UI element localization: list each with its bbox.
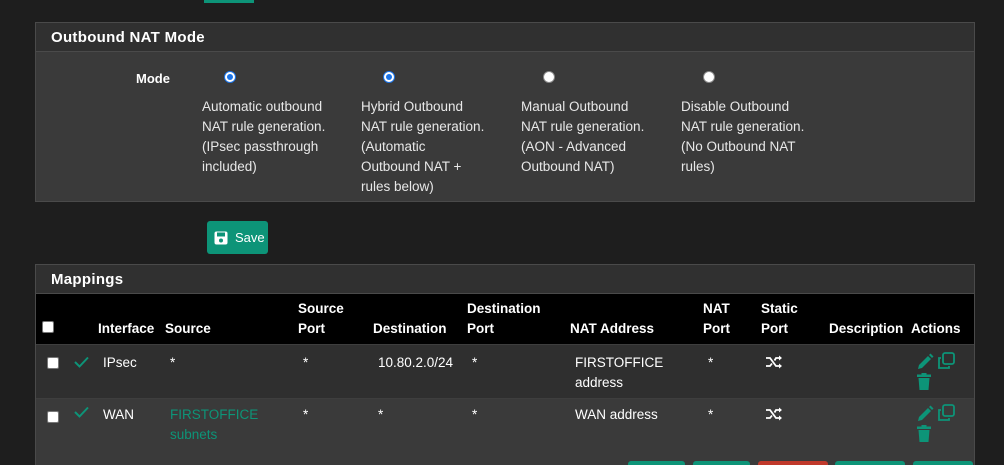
- active-tab-indicator[interactable]: [204, 0, 254, 3]
- header-destination-port: Destination Port: [467, 301, 541, 336]
- table-header: Interface Source Source Port Destination …: [36, 294, 974, 344]
- option-text-line: included): [202, 159, 257, 174]
- option-text-line: Outbound NAT +: [361, 159, 462, 174]
- header-static-port: Static Port: [761, 301, 798, 336]
- bottom-delete-button[interactable]: [758, 461, 828, 465]
- option-text-line: (IPsec passthrough: [202, 139, 319, 154]
- select-all-checkbox[interactable]: [42, 321, 54, 333]
- copy-icon[interactable]: [937, 352, 955, 370]
- mappings-panel: Mappings Interface Source Source Port Des…: [35, 264, 975, 465]
- option-text-line: NAT rule generation.: [361, 119, 485, 134]
- cell-nat-port: *: [708, 355, 714, 370]
- cell-nat-port: *: [708, 407, 714, 422]
- row-checkbox[interactable]: [47, 411, 59, 423]
- option-text-line: (Automatic: [361, 139, 426, 154]
- cell-source-port: *: [303, 355, 309, 370]
- edit-pencil-icon[interactable]: [916, 405, 934, 423]
- mode-label: Mode: [136, 71, 170, 86]
- edit-pencil-icon[interactable]: [916, 353, 934, 371]
- save-button-label: Save: [235, 230, 265, 245]
- trash-icon[interactable]: [916, 373, 932, 390]
- table-row[interactable]: IPsec * * 10.80.2.0/24 * FIRSTOFFICE addr…: [36, 344, 974, 398]
- trash-icon[interactable]: [916, 425, 932, 442]
- panel-title: Mappings: [36, 265, 974, 294]
- radio-disable[interactable]: [703, 71, 715, 83]
- radio-automatic[interactable]: [224, 71, 236, 83]
- option-text-line: Automatic outbound: [202, 99, 323, 114]
- cell-destination: 10.80.2.0/24: [378, 355, 454, 370]
- mappings-table: Interface Source Source Port Destination …: [36, 294, 974, 452]
- option-text-line: Hybrid Outbound: [361, 99, 464, 114]
- header-interface: Interface: [98, 321, 155, 336]
- copy-icon[interactable]: [937, 404, 955, 422]
- cell-interface: WAN: [103, 407, 134, 422]
- table-row[interactable]: WAN FIRSTOFFICE subnets * * * WAN address…: [36, 398, 974, 452]
- panel-title: Outbound NAT Mode: [36, 23, 974, 52]
- bottom-action-button[interactable]: [628, 461, 685, 465]
- option-text-line: NAT rule generation.: [521, 119, 645, 134]
- cell-nat-address: FIRSTOFFICE address: [575, 355, 664, 390]
- cell-nat-address: WAN address: [575, 407, 658, 422]
- header-source-port: Source Port: [298, 301, 344, 336]
- option-text-line: Manual Outbound: [521, 99, 629, 114]
- option-text-line: NAT rule generation.: [202, 119, 326, 134]
- enabled-check-icon[interactable]: [74, 406, 89, 418]
- cell-source: *: [170, 355, 176, 370]
- cell-interface: IPsec: [103, 355, 137, 370]
- radio-manual[interactable]: [543, 71, 555, 83]
- radio-hybrid[interactable]: [383, 71, 395, 83]
- header-source: Source: [165, 321, 211, 336]
- cell-destination-port: *: [472, 355, 478, 370]
- option-text-line: (AON - Advanced: [521, 139, 627, 154]
- option-text-line: Outbound NAT): [521, 159, 615, 174]
- enabled-check-icon[interactable]: [74, 356, 89, 368]
- save-button[interactable]: Save: [207, 221, 268, 254]
- option-text-line: Disable Outbound: [681, 99, 790, 114]
- option-text-line: (No Outbound NAT: [681, 139, 796, 154]
- header-description: Description: [829, 321, 904, 336]
- header-nat-port: NAT Port: [703, 301, 730, 336]
- option-text-line: rules below): [361, 179, 434, 194]
- header-nat-address: NAT Address: [570, 321, 655, 336]
- bottom-action-button[interactable]: [835, 461, 905, 465]
- bottom-action-button[interactable]: [693, 461, 750, 465]
- cell-destination-port: *: [472, 407, 478, 422]
- cell-source-link[interactable]: FIRSTOFFICE subnets: [170, 405, 258, 445]
- header-actions: Actions: [911, 321, 961, 336]
- cell-source-port: *: [303, 407, 309, 422]
- row-checkbox[interactable]: [47, 357, 59, 369]
- cell-destination: *: [378, 407, 384, 422]
- outbound-nat-mode-panel: Outbound NAT Mode Mode Automatic outboun…: [35, 22, 975, 202]
- option-text-line: rules): [681, 159, 715, 174]
- option-text-line: NAT rule generation.: [681, 119, 805, 134]
- shuffle-icon: [766, 407, 782, 421]
- header-destination: Destination: [373, 321, 447, 336]
- shuffle-icon: [766, 355, 782, 369]
- bottom-action-button[interactable]: [913, 461, 973, 465]
- floppy-disk-icon: [214, 231, 228, 244]
